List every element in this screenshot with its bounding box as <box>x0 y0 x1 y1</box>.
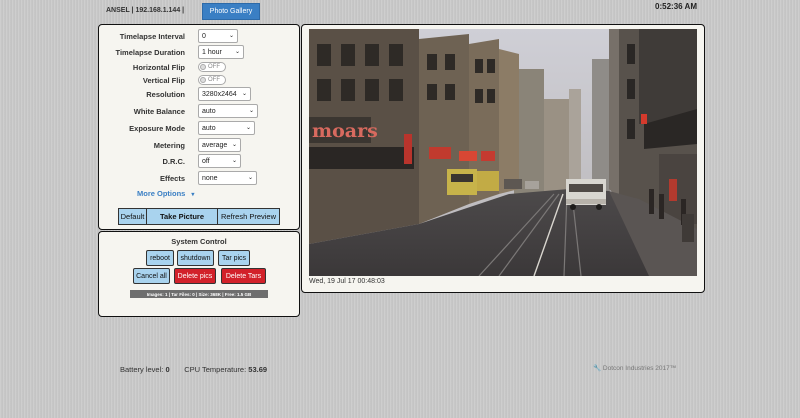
timelapse-interval-select[interactable]: 0 ⌄ <box>198 29 238 43</box>
timelapse-duration-label: Timelapse Duration <box>115 48 185 57</box>
horizontal-flip-toggle[interactable]: OFF <box>198 62 226 72</box>
metering-select[interactable]: average ⌄ <box>198 138 241 152</box>
vertical-flip-row: Vertical Flip OFF <box>99 74 299 87</box>
status-footer: Battery level: 0 CPU Temperature: 53.69 <box>120 365 267 374</box>
chevron-down-icon: ⌄ <box>228 33 234 39</box>
battery-value: 0 <box>165 365 170 374</box>
photo-gallery-button[interactable]: Photo Gallery <box>202 3 260 20</box>
more-options-label: More Options <box>137 189 186 198</box>
exposure-mode-select[interactable]: auto ⌄ <box>198 121 255 135</box>
more-options-link[interactable]: More Options ▾ <box>137 189 194 198</box>
toggle-knob <box>200 77 206 83</box>
exposure-mode-value: auto <box>202 125 216 132</box>
credit-text: Dotcon Industries 2017™ <box>602 365 677 372</box>
exposure-mode-label: Exposure Mode <box>129 124 185 133</box>
clock: 0:52:36 AM <box>655 2 697 11</box>
timelapse-duration-select[interactable]: 1 hour ⌄ <box>198 45 244 59</box>
preview-panel: moars Wed, 19 Jul 17 00:48:03 <box>301 24 705 293</box>
resolution-label: Resolution <box>146 90 185 99</box>
chevron-down-icon: ⌄ <box>241 91 247 97</box>
drc-row: D.R.C. off ⌄ <box>99 154 299 168</box>
metering-value: average <box>202 142 228 149</box>
preview-image: moars <box>309 29 697 276</box>
system-control-title: System Control <box>171 237 227 246</box>
effects-row: Effects none ⌄ <box>99 171 299 185</box>
chevron-down-icon: ⌄ <box>234 49 240 55</box>
action-button-group: Default Take Picture Refresh Preview <box>118 208 280 225</box>
vertical-flip-toggle[interactable]: OFF <box>198 75 226 85</box>
storage-status-bar: Images: 1 | Tar Files: 0 | Size: 368K | … <box>130 290 268 298</box>
chevron-down-icon: ⌄ <box>231 142 237 148</box>
resolution-value: 3280x2464 <box>202 91 237 98</box>
chevron-down-icon: ⌄ <box>245 125 251 131</box>
effects-value: none <box>202 175 218 182</box>
horizontal-flip-label: Horizontal Flip <box>132 63 185 72</box>
svg-text:moars: moars <box>312 120 378 142</box>
system-control-panel: System Control reboot shutdown Tar pics … <box>98 231 300 317</box>
toggle-knob <box>200 64 206 70</box>
effects-select[interactable]: none ⌄ <box>198 171 257 185</box>
vertical-flip-state: OFF <box>208 77 220 83</box>
cancel-all-button[interactable]: Cancel all <box>133 268 170 284</box>
timelapse-duration-value: 1 hour <box>202 49 222 56</box>
battery-label: Battery level: <box>120 365 164 374</box>
tar-pics-button[interactable]: Tar pics <box>218 250 250 266</box>
timelapse-duration-row: Timelapse Duration 1 hour ⌄ <box>99 45 299 59</box>
top-bar: ANSEL | 192.168.1.144 | Photo Gallery 0:… <box>0 0 800 22</box>
white-balance-select[interactable]: auto ⌄ <box>198 104 258 118</box>
horizontal-flip-row: Horizontal Flip OFF <box>99 61 299 74</box>
camera-settings-panel: Timelapse Interval 0 ⌄ Timelapse Duration… <box>98 24 300 230</box>
resolution-row: Resolution 3280x2464 ⌄ <box>99 87 299 101</box>
default-button[interactable]: Default <box>118 208 147 225</box>
exposure-mode-row: Exposure Mode auto ⌄ <box>99 121 299 135</box>
cpu-temp-label: CPU Temperature: <box>184 365 247 374</box>
take-picture-button[interactable]: Take Picture <box>147 208 218 225</box>
wrench-icon: 🔧 <box>593 365 602 372</box>
delete-pics-button[interactable]: Delete pics <box>174 268 216 284</box>
white-balance-row: White Balance auto ⌄ <box>99 104 299 118</box>
drc-value: off <box>202 158 210 165</box>
reboot-button[interactable]: reboot <box>146 250 174 266</box>
caret-down-icon: ▾ <box>191 192 195 198</box>
host-label: ANSEL | 192.168.1.144 | <box>106 7 185 14</box>
credit-footer: 🔧 Dotcon Industries 2017™ <box>593 364 676 372</box>
delete-tars-button[interactable]: Delete Tars <box>221 268 266 284</box>
white-balance-value: auto <box>202 108 216 115</box>
timelapse-interval-label: Timelapse Interval <box>119 32 185 41</box>
vertical-flip-label: Vertical Flip <box>142 76 185 85</box>
metering-label: Metering <box>153 141 185 150</box>
timelapse-interval-row: Timelapse Interval 0 ⌄ <box>99 29 299 43</box>
resolution-select[interactable]: 3280x2464 ⌄ <box>198 87 251 101</box>
cpu-temp-value: 53.69 <box>248 365 268 374</box>
street-photo: moars <box>309 29 697 276</box>
drc-label: D.R.C. <box>162 157 186 166</box>
metering-row: Metering average ⌄ <box>99 138 299 152</box>
chevron-down-icon: ⌄ <box>231 158 237 164</box>
white-balance-label: White Balance <box>133 107 185 116</box>
timelapse-interval-value: 0 <box>202 33 206 40</box>
effects-label: Effects <box>159 174 185 183</box>
chevron-down-icon: ⌄ <box>248 108 254 114</box>
shutdown-button[interactable]: shutdown <box>177 250 214 266</box>
horizontal-flip-state: OFF <box>208 64 220 70</box>
chevron-down-icon: ⌄ <box>247 175 253 181</box>
drc-select[interactable]: off ⌄ <box>198 154 241 168</box>
preview-timestamp: Wed, 19 Jul 17 00:48:03 <box>309 278 385 285</box>
refresh-preview-button[interactable]: Refresh Preview <box>218 208 280 225</box>
